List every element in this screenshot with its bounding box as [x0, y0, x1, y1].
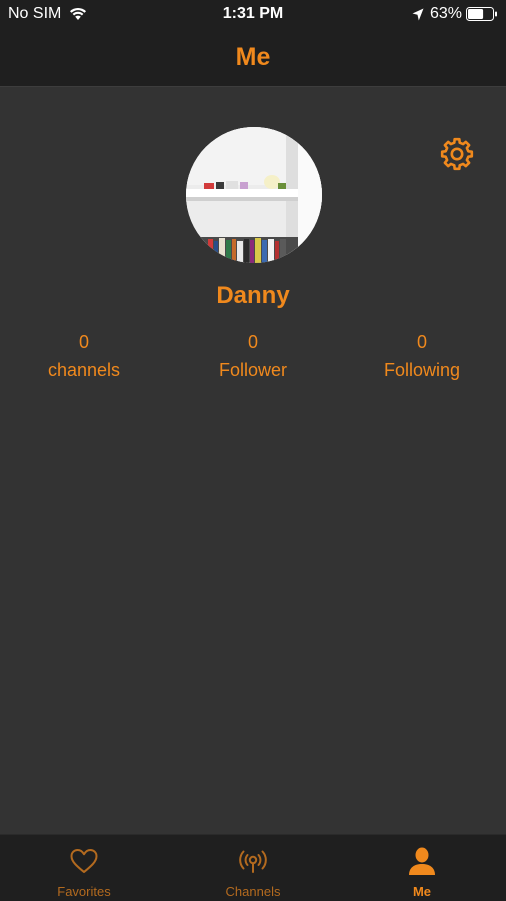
person-icon: [409, 847, 435, 875]
tab-bar: Favorites Channels Me: [0, 834, 506, 901]
tab-channels[interactable]: Channels: [169, 835, 337, 901]
settings-button[interactable]: [439, 136, 475, 172]
tab-label: Channels: [225, 884, 281, 899]
broadcast-icon: [239, 850, 267, 873]
stat-label: channels: [47, 360, 121, 380]
location-arrow-icon: [412, 8, 424, 20]
battery-icon: [466, 7, 497, 21]
tab-me[interactable]: Me: [338, 835, 506, 901]
stat-label: Follower: [218, 360, 288, 380]
stat-channels[interactable]: 0 channels: [0, 332, 168, 380]
username: Danny: [216, 282, 290, 309]
stat-following[interactable]: 0 Following: [338, 332, 506, 380]
tab-label: Me: [412, 884, 432, 899]
stat-follower[interactable]: 0 Follower: [169, 332, 337, 380]
heart-icon: [70, 849, 98, 873]
status-bar: No SIM 1:31 PM 63%: [0, 0, 506, 30]
tab-label: Favorites: [57, 884, 111, 899]
stat-value: 0: [247, 332, 258, 352]
stat-value: 0: [416, 332, 427, 352]
page-title: Me: [235, 43, 271, 71]
avatar[interactable]: [186, 127, 322, 263]
avatar-photo: [186, 127, 322, 263]
gear-icon: [440, 137, 474, 171]
tab-favorites[interactable]: Favorites: [0, 835, 168, 901]
nav-bar: Me: [0, 30, 506, 87]
battery-percent: 63%: [429, 5, 462, 22]
stat-label: Following: [383, 360, 461, 380]
profile-screen: No SIM 1:31 PM 63% Me Danny 0 channels 0…: [0, 0, 506, 901]
stat-value: 0: [78, 332, 89, 352]
status-right: 63%: [412, 5, 498, 23]
